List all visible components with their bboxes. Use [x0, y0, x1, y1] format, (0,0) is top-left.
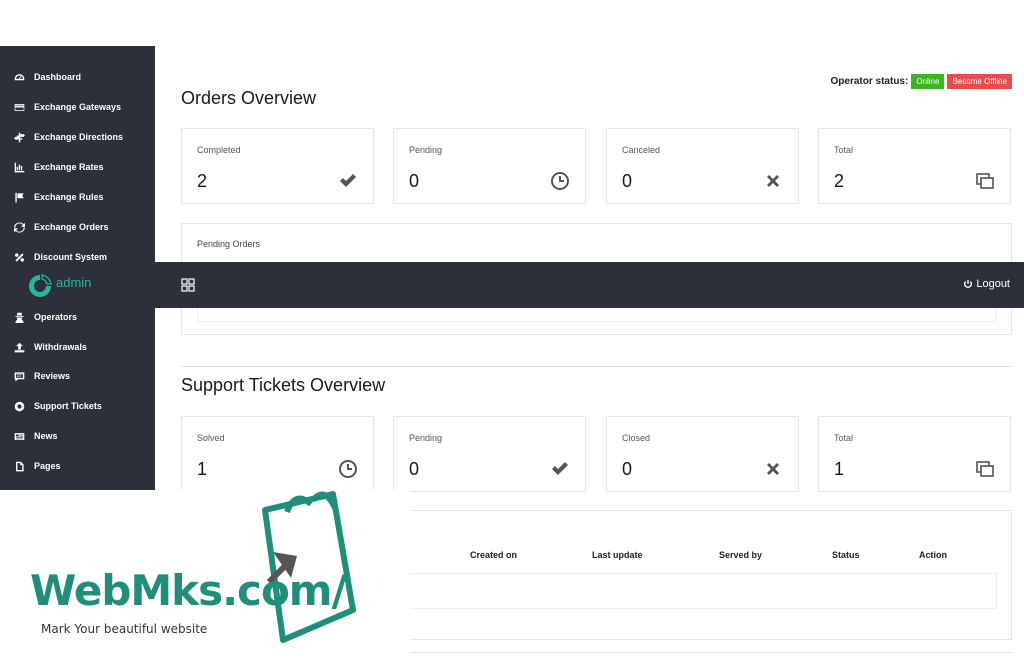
card-label: Solved: [197, 433, 225, 443]
sidebar-item-label: Pages: [34, 461, 61, 471]
card-label: Pending: [409, 433, 443, 443]
sidebar-item-label: Withdrawals: [34, 342, 87, 352]
card-label: Total: [834, 433, 854, 443]
card-label: Total: [834, 145, 854, 155]
sidebar-item-reviews[interactable]: Reviews: [0, 365, 155, 387]
card-value: 1: [197, 459, 208, 479]
pending-tickets-card: Pending 0: [393, 416, 586, 492]
completed-orders-card: Completed 2: [181, 128, 374, 204]
canceled-orders-card: Canceled 0: [606, 128, 799, 204]
bar-chart-icon: [13, 161, 25, 173]
logo-icon: [29, 274, 52, 297]
life-ring-icon: [13, 400, 25, 412]
operator-status: Operator status: Online Become Offline: [831, 74, 1012, 89]
online-badge[interactable]: Online: [911, 74, 945, 89]
logo[interactable]: admin: [26, 270, 106, 302]
solved-tickets-card: Solved 1: [181, 416, 374, 492]
card-value: 0: [622, 459, 633, 479]
sidebar-item-label: Support Tickets: [34, 401, 102, 411]
clone-icon: [975, 171, 995, 191]
clone-icon: [975, 459, 995, 479]
column-header-last-update[interactable]: Last update: [592, 550, 643, 560]
flag-icon: [13, 191, 25, 203]
total-tickets-card: Total 1: [818, 416, 1011, 492]
sidebar-item-label: Exchange Rates: [34, 162, 104, 172]
sidebar-item-withdrawals[interactable]: Withdrawals: [0, 336, 155, 358]
watermark-tagline: Mark Your beautiful website: [41, 622, 208, 636]
sidebar-item-label: Exchange Directions: [34, 132, 124, 142]
sidebar-item-support-tickets[interactable]: Support Tickets: [0, 395, 155, 417]
operator-status-label: Operator status:: [830, 76, 909, 87]
card-value: 1: [834, 459, 845, 479]
top-bar: admin Logout: [0, 262, 1024, 308]
logo-text: admin: [56, 274, 92, 290]
card-label: Pending: [409, 145, 443, 155]
sidebar-item-exchange-gateways[interactable]: Exchange Gateways: [0, 96, 155, 118]
logout-label: Logout: [976, 278, 1010, 290]
sidebar-item-exchange-rules[interactable]: Exchange Rules: [0, 186, 155, 208]
pending-orders-title: Pending Orders: [197, 239, 261, 249]
card-label: Closed: [622, 433, 651, 443]
card-label: Canceled: [622, 145, 661, 155]
card-value: 0: [409, 171, 420, 191]
sidebar-item-label: Exchange Rules: [34, 192, 104, 202]
watermark-brand: WebMks.com/: [30, 566, 347, 615]
sidebar-item-exchange-orders[interactable]: Exchange Orders: [0, 216, 155, 238]
sidebar-item-label: Dashboard: [34, 72, 82, 82]
sidebar-item-label: Operators: [34, 312, 78, 322]
watermark: WebMks.com/ Mark Your beautiful website: [0, 490, 410, 662]
sidebar-item-dashboard[interactable]: Dashboard: [0, 66, 155, 88]
sidebar-item-label: Exchange Gateways: [34, 102, 122, 112]
clock-icon: [338, 459, 358, 479]
sidebar-item-exchange-directions[interactable]: Exchange Directions: [0, 126, 155, 148]
upload-icon: [13, 341, 25, 353]
grid-menu-icon[interactable]: [181, 278, 195, 292]
column-header-status[interactable]: Status: [832, 550, 860, 560]
become-offline-button[interactable]: Become Offline: [947, 74, 1012, 89]
sidebar-item-label: Discount System: [34, 252, 108, 262]
logout-button[interactable]: Logout: [963, 278, 1010, 290]
times-icon: [763, 459, 783, 479]
times-icon: [763, 171, 783, 191]
pending-orders-table: [197, 308, 997, 322]
user-secret-icon: [13, 311, 25, 323]
sidebar-item-label: Exchange Orders: [34, 222, 109, 232]
credit-card-icon: [13, 101, 25, 113]
sidebar-item-pages[interactable]: Pages: [0, 455, 155, 477]
tickets-title: Support Tickets Overview: [181, 375, 386, 395]
column-header-created-on[interactable]: Created on: [470, 550, 517, 560]
file-icon: [13, 460, 25, 472]
sidebar-item-news[interactable]: News: [0, 425, 155, 447]
card-value: 0: [409, 459, 420, 479]
power-icon: [964, 279, 973, 288]
card-value: 0: [622, 171, 633, 191]
clock-icon: [550, 171, 570, 191]
refresh-icon: [13, 221, 25, 233]
comment-icon: [13, 370, 25, 382]
total-orders-card: Total 2: [818, 128, 1011, 204]
section-divider: [181, 366, 1012, 367]
card-label: Completed: [197, 145, 241, 155]
check-icon: [338, 171, 358, 191]
check-icon: [550, 459, 570, 479]
card-value: 2: [197, 171, 208, 191]
sidebar-item-label: Reviews: [34, 371, 71, 381]
newspaper-icon: [13, 430, 25, 442]
card-value: 2: [834, 171, 845, 191]
sidebar-item-operators[interactable]: Operators: [0, 306, 155, 328]
sidebar-item-label: News: [34, 431, 58, 441]
orders-title: Orders Overview: [181, 88, 317, 108]
sidebar-item-exchange-rates[interactable]: Exchange Rates: [0, 156, 155, 178]
directions-icon: [13, 131, 25, 143]
closed-tickets-card: Closed 0: [606, 416, 799, 492]
dashboard-icon: [13, 71, 25, 83]
column-header-action[interactable]: Action: [919, 550, 947, 560]
pending-orders-card: Pending 0: [393, 128, 586, 204]
column-header-served-by[interactable]: Served by: [719, 550, 762, 560]
